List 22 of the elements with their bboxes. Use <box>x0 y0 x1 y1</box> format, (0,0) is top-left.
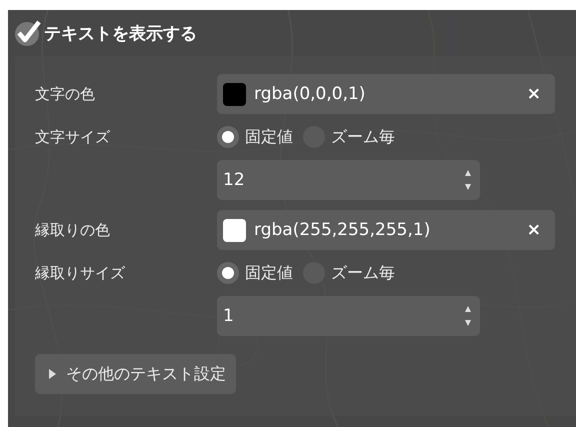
spinner-icon[interactable] <box>464 168 472 192</box>
number-field[interactable]: 12 <box>217 160 480 200</box>
checkbox[interactable] <box>14 19 42 47</box>
more-settings-button[interactable]: その他のテキスト設定 <box>35 354 236 394</box>
field-label: 縁取りサイズ <box>35 264 126 282</box>
color-field[interactable]: rgba(0,0,0,1) × <box>217 74 555 114</box>
radio-option[interactable]: ズーム毎 <box>303 262 395 284</box>
field-label: 縁取りの色 <box>35 220 111 240</box>
spinner-icon[interactable] <box>464 304 472 328</box>
color-field[interactable]: rgba(255,255,255,1) × <box>217 210 555 250</box>
radio-icon[interactable] <box>217 262 239 284</box>
radio-option[interactable]: 固定値 <box>217 262 293 284</box>
field-label: 文字の色 <box>35 84 96 104</box>
field-label: 文字サイズ <box>35 128 111 146</box>
section-title: テキストを表示する <box>44 22 197 44</box>
number-field[interactable]: 1 <box>217 296 480 336</box>
radio-icon[interactable] <box>217 126 239 148</box>
radio-option[interactable]: 固定値 <box>217 126 293 148</box>
radio-option[interactable]: ズーム毎 <box>303 126 395 148</box>
clear-button[interactable]: × <box>520 220 547 240</box>
clear-button[interactable]: × <box>520 84 547 104</box>
triangle-icon <box>49 369 56 379</box>
